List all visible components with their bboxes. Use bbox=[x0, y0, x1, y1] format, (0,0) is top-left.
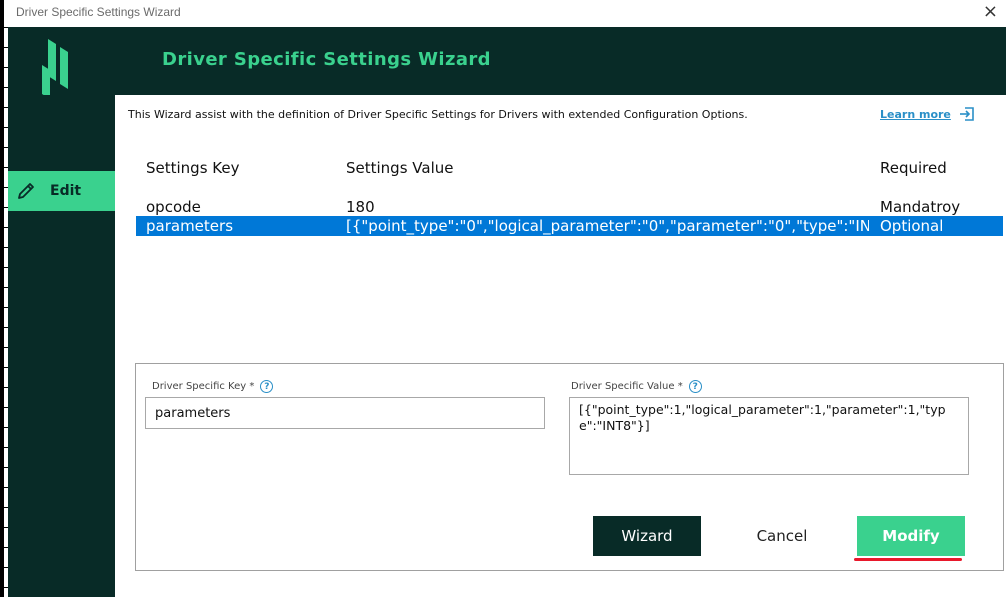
sidebar-item-edit[interactable]: Edit bbox=[8, 171, 115, 211]
column-header-required: Required bbox=[880, 159, 947, 177]
key-field-label: Driver Specific Key * ? bbox=[152, 380, 274, 393]
cell-key: opcode bbox=[146, 198, 201, 216]
wizard-window: Driver Specific Settings Wizard × Driver… bbox=[0, 0, 1006, 597]
edit-form: Driver Specific Key * ? parameters Drive… bbox=[135, 363, 1004, 571]
cancel-button[interactable]: Cancel bbox=[736, 516, 828, 556]
driver-value-textarea[interactable]: [{"point_type":1,"logical_parameter":1,"… bbox=[569, 397, 969, 475]
sidebar-item-label: Edit bbox=[50, 183, 82, 199]
key-label-text: Driver Specific Key * bbox=[152, 381, 255, 392]
window-title: Driver Specific Settings Wizard bbox=[16, 5, 181, 19]
brand-logo-icon bbox=[42, 39, 68, 99]
exit-arrow-icon bbox=[959, 107, 974, 121]
column-header-key: Settings Key bbox=[146, 159, 240, 177]
header-title: Driver Specific Settings Wizard bbox=[162, 49, 491, 70]
value-field-label: Driver Specific Value * ? bbox=[571, 380, 702, 393]
header-bar: Driver Specific Settings Wizard bbox=[8, 27, 1006, 99]
cell-required: Mandatroy bbox=[880, 198, 961, 216]
help-icon[interactable]: ? bbox=[688, 380, 702, 393]
cell-value: 180 bbox=[346, 198, 375, 216]
help-icon[interactable]: ? bbox=[260, 380, 274, 393]
cell-value: [{"point_type":"0","logical_parameter":"… bbox=[346, 217, 869, 235]
annotation-underline bbox=[854, 558, 962, 561]
wizard-button[interactable]: Wizard bbox=[593, 516, 701, 556]
driver-key-input[interactable]: parameters bbox=[145, 397, 545, 429]
main-content: This Wizard assist with the definition o… bbox=[115, 95, 1006, 597]
pencil-icon bbox=[18, 183, 34, 199]
column-header-value: Settings Value bbox=[346, 159, 454, 177]
sidebar: Edit bbox=[8, 95, 115, 597]
learn-more-label: Learn more bbox=[880, 107, 951, 121]
wizard-description: This Wizard assist with the definition o… bbox=[128, 108, 748, 121]
value-label-text: Driver Specific Value * bbox=[571, 381, 683, 392]
table-row-selected[interactable]: parameters [{"point_type":"0","logical_p… bbox=[136, 216, 1003, 236]
close-icon[interactable]: × bbox=[983, 1, 998, 22]
learn-more-link[interactable]: Learn more bbox=[880, 106, 975, 122]
modify-button[interactable]: Modify bbox=[857, 516, 965, 556]
table-row[interactable]: opcode 180 Mandatroy bbox=[136, 197, 1003, 217]
table-header: Settings Key Settings Value Required bbox=[136, 159, 1006, 181]
cell-key: parameters bbox=[146, 217, 234, 235]
cell-required: Optional bbox=[880, 217, 944, 235]
title-bar: Driver Specific Settings Wizard × bbox=[8, 0, 1006, 27]
